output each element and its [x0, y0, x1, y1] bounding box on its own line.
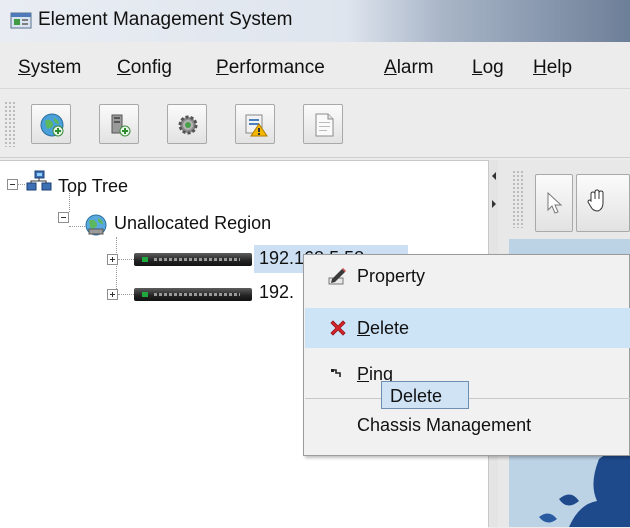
menu-performance[interactable]: Performance [216, 57, 325, 79]
globe-add-icon [40, 113, 64, 137]
globe-region-icon [84, 213, 108, 242]
select-pointer-button[interactable] [535, 174, 573, 232]
pan-hand-button[interactable] [576, 174, 630, 232]
network-device-icon [134, 288, 252, 301]
toolbar-grip[interactable] [4, 101, 16, 147]
tree-expand-device-2[interactable] [107, 289, 118, 300]
app-window-icon [10, 11, 32, 31]
property-pencil-icon [328, 268, 346, 285]
context-menu: Property Delete Ping Chassis Management [303, 254, 630, 456]
context-menu-property[interactable]: Property [305, 256, 630, 296]
arrow-pointer-icon [547, 191, 563, 214]
topology-network-icon [26, 170, 52, 199]
context-menu-delete-label: Delete [357, 318, 410, 338]
gear-icon [178, 115, 198, 135]
tree-collapse-root[interactable] [7, 179, 18, 190]
tree-node-root-label[interactable]: Top Tree [58, 176, 128, 197]
toolbar-button-settings[interactable] [167, 104, 207, 144]
context-menu-chassis-management[interactable]: Chassis Management [305, 405, 630, 445]
ping-icon [331, 369, 341, 377]
tree-collapse-region[interactable] [58, 212, 69, 223]
toolbar-button-add-region[interactable] [31, 104, 71, 144]
context-menu-delete[interactable]: Delete [305, 308, 630, 348]
document-icon [315, 113, 334, 137]
hand-pan-icon [587, 189, 604, 212]
tooltip-text: Delete [390, 386, 443, 406]
menu-help[interactable]: Help [533, 57, 572, 79]
toolbar-grip[interactable] [512, 170, 524, 228]
tree-guide-line [118, 294, 134, 296]
tree-guide-line [18, 184, 25, 186]
toolbar-button-alarm[interactable] [235, 104, 275, 144]
network-device-icon [134, 253, 252, 266]
toolbar-button-document[interactable] [303, 104, 343, 144]
window-title: Element Management System [38, 9, 293, 30]
toolbar [0, 89, 630, 158]
tree-guide-line [116, 237, 118, 293]
tree-node-region-label[interactable]: Unallocated Region [114, 213, 271, 234]
warning-alarm-icon [245, 114, 268, 137]
toolbar-button-add-device[interactable] [99, 104, 139, 144]
delete-x-icon [330, 320, 346, 336]
context-menu-chassis-label: Chassis Management [357, 415, 532, 435]
context-menu-property-label: Property [357, 266, 426, 286]
menu-bar: System Config Performance Alarm Log Help [0, 42, 630, 89]
menu-system[interactable]: System [18, 57, 81, 79]
title-bar[interactable]: Element Management System [0, 0, 630, 42]
tree-guide-line [118, 259, 134, 261]
menu-alarm[interactable]: Alarm [384, 57, 434, 79]
tooltip: Delete [381, 381, 469, 409]
tree-expand-device-1[interactable] [107, 254, 118, 265]
tree-node-device-2-label[interactable]: 192. [259, 282, 294, 303]
menu-config[interactable]: Config [117, 57, 172, 79]
device-add-icon [111, 114, 131, 137]
menu-log[interactable]: Log [472, 57, 504, 79]
